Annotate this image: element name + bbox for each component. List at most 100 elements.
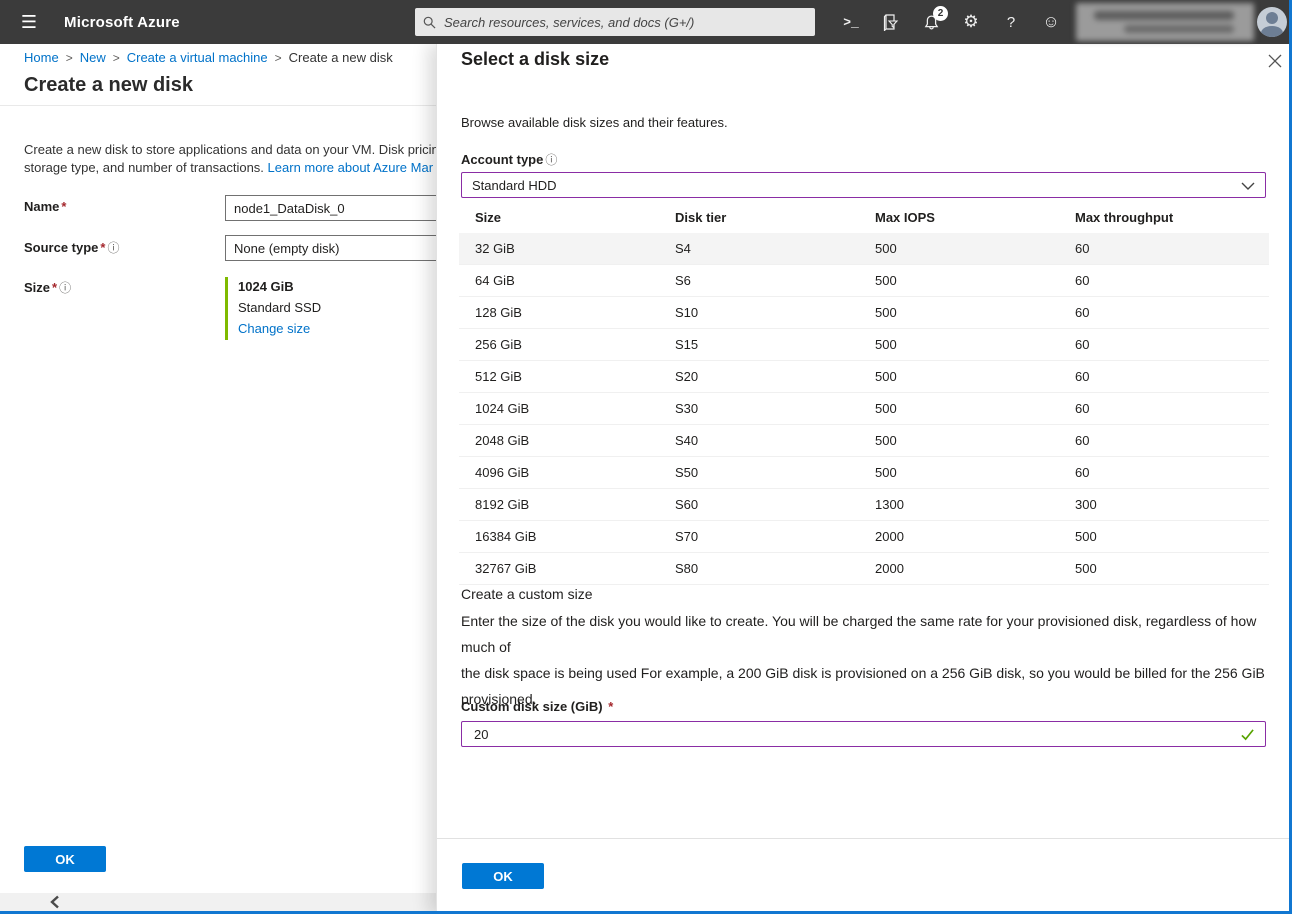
learn-more-link[interactable]: Learn more about Azure Mar	[268, 160, 433, 175]
custom-disk-size-field	[461, 721, 1266, 747]
disk-row-cell: 500	[1059, 529, 1269, 544]
global-search[interactable]	[415, 8, 815, 36]
notification-badge: 2	[933, 6, 948, 21]
size-label: Size*ⓘ	[24, 279, 71, 296]
panel-subtitle: Browse available disk sizes and their fe…	[461, 115, 728, 130]
info-icon: ⓘ	[545, 153, 557, 167]
panel-title: Select a disk size	[461, 49, 609, 70]
disk-row-cell: 60	[1059, 465, 1269, 480]
required-asterisk: *	[605, 699, 614, 714]
disk-row-cell: 60	[1059, 305, 1269, 320]
top-bar: ☰ Microsoft Azure >_ 2 ⚙ ? ☺	[0, 0, 1292, 44]
disk-row-cell: 60	[1059, 337, 1269, 352]
disk-size-row[interactable]: 4096 GiBS5050060	[459, 457, 1269, 489]
valid-check-icon	[1240, 728, 1255, 741]
disk-row-cell: 8192 GiB	[459, 497, 659, 512]
panel-ok-button[interactable]: OK	[462, 863, 544, 889]
panel-footer-divider	[437, 838, 1292, 839]
disk-row-cell: 64 GiB	[459, 273, 659, 288]
disk-size-row[interactable]: 256 GiBS1550060	[459, 329, 1269, 361]
breadcrumb-home[interactable]: Home	[24, 50, 59, 65]
directory-filter-icon[interactable]	[873, 0, 909, 44]
size-sku: Standard SSD	[238, 300, 321, 315]
disk-row-cell: S15	[659, 337, 859, 352]
disk-row-cell: 60	[1059, 433, 1269, 448]
page-description: Create a new disk to store applications …	[24, 141, 436, 177]
disk-size-row[interactable]: 64 GiBS650060	[459, 265, 1269, 297]
disk-row-cell: 60	[1059, 273, 1269, 288]
required-asterisk: *	[100, 240, 105, 255]
user-avatar[interactable]	[1257, 7, 1287, 37]
account-type-label: Account typeⓘ	[461, 151, 557, 168]
col-size: Size	[459, 210, 659, 225]
custom-disk-size-label: Custom disk size (GiB) *	[461, 699, 613, 714]
disk-row-cell: 256 GiB	[459, 337, 659, 352]
breadcrumb-separator: >	[113, 51, 120, 65]
disk-row-cell: S4	[659, 241, 859, 256]
col-max-throughput: Max throughput	[1059, 210, 1269, 225]
required-asterisk: *	[61, 199, 66, 214]
custom-size-description: Enter the size of the disk you would lik…	[461, 608, 1271, 712]
col-max-iops: Max IOPS	[859, 210, 1059, 225]
disk-row-cell: 128 GiB	[459, 305, 659, 320]
disk-row-cell: 2000	[859, 561, 1059, 576]
disk-row-cell: 500	[859, 273, 1059, 288]
close-icon[interactable]	[1265, 51, 1285, 71]
disk-size-row[interactable]: 32 GiBS450060	[459, 233, 1269, 265]
disk-row-cell: 512 GiB	[459, 369, 659, 384]
disk-row-cell: 300	[1059, 497, 1269, 512]
disk-size-row[interactable]: 32767 GiBS802000500	[459, 553, 1269, 585]
disk-row-cell: S10	[659, 305, 859, 320]
notifications-bell-icon[interactable]: 2	[913, 0, 949, 44]
disk-row-cell: S6	[659, 273, 859, 288]
disk-row-cell: 2048 GiB	[459, 433, 659, 448]
select-disk-size-panel: Select a disk size Browse available disk…	[436, 44, 1292, 914]
info-icon: ⓘ	[59, 281, 71, 295]
disk-row-cell: 500	[859, 401, 1059, 416]
source-type-label: Source type*ⓘ	[24, 239, 120, 256]
help-icon[interactable]: ?	[993, 0, 1029, 44]
disk-size-row[interactable]: 128 GiBS1050060	[459, 297, 1269, 329]
page-ok-button[interactable]: OK	[24, 846, 106, 872]
cloud-shell-icon[interactable]: >_	[833, 0, 869, 44]
disk-row-cell: S80	[659, 561, 859, 576]
disk-row-cell: 500	[859, 241, 1059, 256]
custom-disk-size-input[interactable]	[472, 726, 1234, 743]
disk-row-cell: 500	[859, 465, 1059, 480]
disk-row-cell: 32 GiB	[459, 241, 659, 256]
disk-row-cell: 32767 GiB	[459, 561, 659, 576]
disk-table-header: Size Disk tier Max IOPS Max throughput	[459, 202, 1269, 233]
app-title[interactable]: Microsoft Azure	[64, 0, 180, 44]
feedback-smiley-icon[interactable]: ☺	[1033, 0, 1069, 44]
scroll-left-chevron-icon[interactable]	[50, 895, 60, 909]
account-info-redacted[interactable]	[1076, 3, 1254, 41]
size-value: 1024 GiB	[238, 279, 321, 294]
disk-row-cell: 500	[859, 433, 1059, 448]
disk-row-cell: 60	[1059, 369, 1269, 384]
hamburger-menu-icon[interactable]: ☰	[12, 0, 46, 44]
disk-size-row[interactable]: 1024 GiBS3050060	[459, 393, 1269, 425]
breadcrumb-current: Create a new disk	[289, 50, 393, 65]
breadcrumb-new[interactable]: New	[80, 50, 106, 65]
breadcrumb: Home > New > Create a virtual machine > …	[24, 50, 393, 65]
disk-row-cell: 60	[1059, 401, 1269, 416]
custom-size-title: Create a custom size	[461, 586, 593, 602]
page-title: Create a new disk	[24, 74, 193, 97]
col-disk-tier: Disk tier	[659, 210, 859, 225]
disk-row-cell: 1024 GiB	[459, 401, 659, 416]
disk-size-row[interactable]: 2048 GiBS4050060	[459, 425, 1269, 457]
search-input[interactable]	[442, 14, 807, 31]
account-type-dropdown[interactable]: Standard HDD	[461, 172, 1266, 198]
settings-gear-icon[interactable]: ⚙	[953, 0, 989, 44]
disk-size-row[interactable]: 16384 GiBS702000500	[459, 521, 1269, 553]
search-icon	[423, 16, 436, 29]
breadcrumb-create-vm[interactable]: Create a virtual machine	[127, 50, 268, 65]
disk-size-row[interactable]: 8192 GiBS601300300	[459, 489, 1269, 521]
change-size-link[interactable]: Change size	[238, 321, 321, 336]
name-label: Name*	[24, 199, 66, 214]
chevron-down-icon	[1241, 178, 1255, 193]
disk-row-cell: S70	[659, 529, 859, 544]
info-icon: ⓘ	[107, 241, 119, 255]
disk-size-row[interactable]: 512 GiBS2050060	[459, 361, 1269, 393]
horizontal-scrollbar[interactable]	[0, 893, 436, 911]
